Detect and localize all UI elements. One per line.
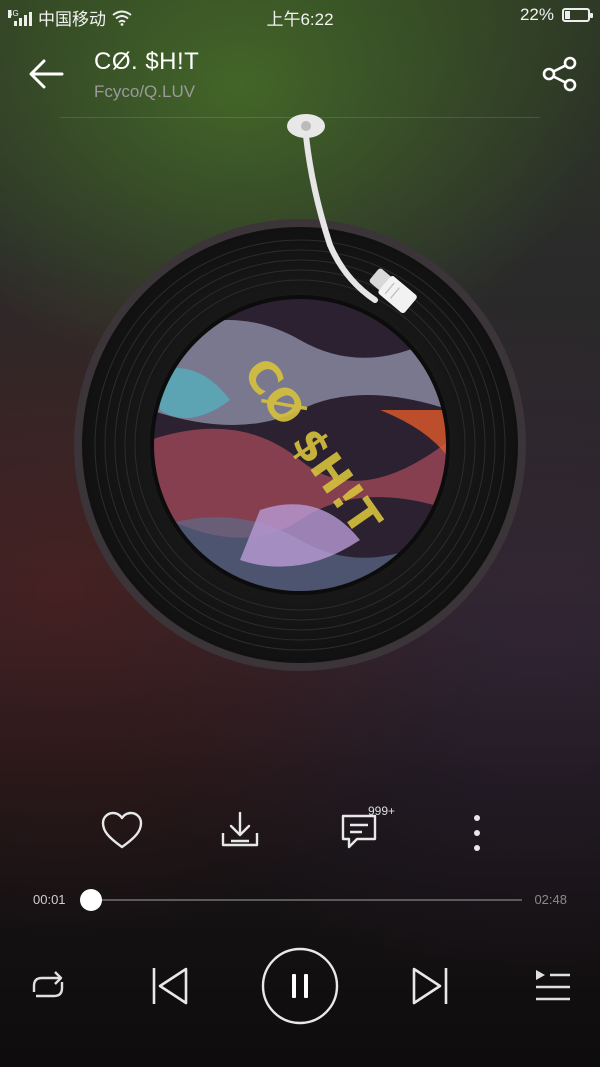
pause-button[interactable] xyxy=(261,947,339,1025)
more-vertical-icon xyxy=(474,815,480,851)
back-button[interactable] xyxy=(26,54,68,94)
pause-icon xyxy=(261,947,339,1025)
share-button[interactable] xyxy=(540,54,580,94)
status-right: 22% xyxy=(519,5,593,25)
progress-section: 00:01 02:48 xyxy=(0,882,600,918)
playlist-button[interactable] xyxy=(530,966,574,1006)
playback-controls xyxy=(0,940,600,1040)
playlist-icon xyxy=(536,970,570,1001)
skip-previous-icon xyxy=(152,967,188,1005)
song-actions: 999+ xyxy=(0,800,600,860)
skip-next-icon xyxy=(412,967,448,1005)
player-header: CØ. $H!T Fcyco/Q.LUV xyxy=(0,34,600,118)
like-button[interactable] xyxy=(98,806,146,854)
more-button[interactable] xyxy=(453,806,501,854)
status-time: 上午6:22 xyxy=(266,10,334,29)
repeat-button[interactable] xyxy=(26,966,70,1006)
comment-count-badge: 999+ xyxy=(368,804,396,818)
battery-percent: 22% xyxy=(519,5,554,24)
progress-track[interactable] xyxy=(79,889,522,911)
battery-fill xyxy=(565,11,570,19)
next-button[interactable] xyxy=(408,964,452,1008)
current-time: 00:01 xyxy=(33,892,66,907)
total-time: 02:48 xyxy=(534,892,567,907)
vinyl-disc-area: CØ $H!T xyxy=(0,110,600,680)
song-title: CØ. $H!T xyxy=(94,48,200,75)
artist-name: Fcyco/Q.LUV xyxy=(94,82,196,101)
heart-icon xyxy=(101,811,143,849)
download-icon xyxy=(221,811,259,847)
download-button[interactable] xyxy=(216,806,264,854)
share-icon xyxy=(542,56,577,92)
battery-icon xyxy=(562,8,593,22)
repeat-icon xyxy=(32,971,64,998)
progress-thumb[interactable] xyxy=(79,889,102,911)
status-bar: 4G 中国移动 上午6:22 22% xyxy=(0,0,600,32)
arrow-left-icon xyxy=(29,59,64,89)
vinyl-record: CØ $H!T xyxy=(74,114,526,671)
previous-button[interactable] xyxy=(148,964,192,1008)
